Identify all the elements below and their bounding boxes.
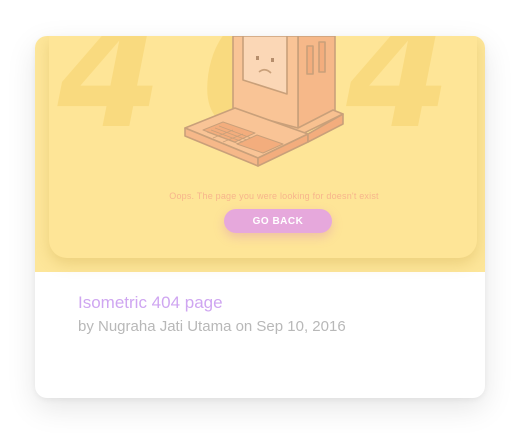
eye-left xyxy=(256,56,259,60)
shot-byline: by Nugraha Jati Utama on Sep 10, 2016 xyxy=(78,318,346,335)
computer-illustration xyxy=(184,36,344,167)
side-slot xyxy=(306,45,314,75)
error-message: Oops. The page you were looking for does… xyxy=(169,191,379,201)
preview-area: 404 xyxy=(35,36,485,272)
eye-right xyxy=(271,58,274,62)
preview-panel: 404 xyxy=(49,36,477,258)
shot-title[interactable]: Isometric 404 page xyxy=(78,293,223,313)
side-slot-2 xyxy=(318,41,326,73)
shot-card[interactable]: 404 xyxy=(35,36,485,398)
go-back-button[interactable]: GO BACK xyxy=(224,209,332,233)
